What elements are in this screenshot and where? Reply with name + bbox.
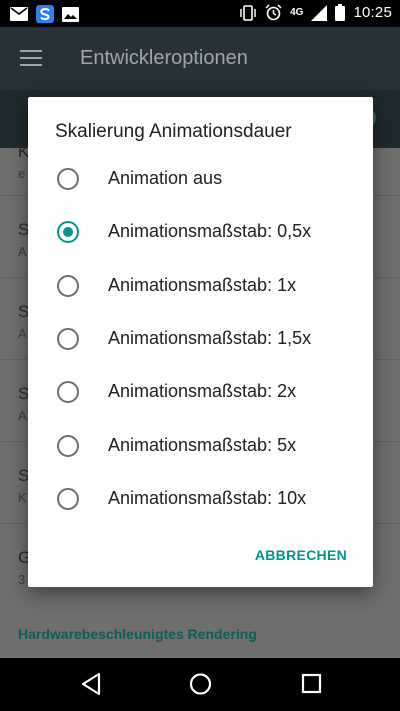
mail-icon (10, 7, 28, 21)
radio-option-animation-off[interactable]: Animation aus (28, 155, 373, 203)
hamburger-menu-icon[interactable] (20, 50, 42, 68)
recents-icon[interactable] (301, 672, 323, 696)
radio-option-label: Animationsmaßstab: 1,5x (108, 328, 312, 348)
back-icon[interactable] (80, 672, 102, 696)
radio-button[interactable] (57, 328, 79, 350)
settings-row-subtitle: K (18, 490, 27, 505)
radio-option-label: Animationsmaßstab: 5x (108, 435, 297, 455)
status-bar: 4G 10:25 (0, 0, 400, 27)
radio-option-scale-2x[interactable]: Animationsmaßstab: 2x (28, 368, 373, 416)
radio-button[interactable] (57, 275, 79, 297)
settings-row-subtitle: 3 (18, 572, 26, 587)
settings-row-subtitle: e (18, 166, 26, 181)
radio-option-label: Animationsmaßstab: 0,5x (108, 221, 312, 241)
radio-option-label: Animationsmaßstab: 2x (108, 381, 297, 401)
radio-option-scale-1-5x[interactable]: Animationsmaßstab: 1,5x (28, 315, 373, 363)
signal-icon (311, 4, 328, 21)
radio-option-scale-10x[interactable]: Animationsmaßstab: 10x (28, 475, 373, 523)
image-icon (62, 6, 79, 22)
page-title: Entwickleroptionen (80, 47, 248, 69)
sync-app-icon (36, 5, 54, 23)
home-icon[interactable] (189, 672, 212, 696)
app-bar: Entwickleroptionen (0, 27, 400, 90)
animation-duration-dialog: Skalierung Animationsdauer Animation aus… (28, 97, 373, 587)
battery-icon (335, 4, 346, 21)
radio-option-label: Animationsmaßstab: 1x (108, 275, 297, 295)
section-header: Hardwarebeschleunigtes Rendering (18, 626, 257, 642)
clock: 10:25 (353, 4, 392, 21)
vibrate-icon (240, 4, 256, 21)
settings-row-subtitle: A (18, 408, 27, 423)
radio-option-label: Animation aus (108, 168, 223, 188)
dialog-title: Skalierung Animationsdauer (55, 121, 292, 142)
radio-option-scale-1x[interactable]: Animationsmaßstab: 1x (28, 262, 373, 310)
radio-option-scale-5x[interactable]: Animationsmaßstab: 5x (28, 422, 373, 470)
radio-button[interactable] (57, 435, 79, 457)
settings-row-subtitle: A (18, 326, 27, 341)
radio-option-label: Animationsmaßstab: 10x (108, 488, 307, 508)
network-type-label: 4G (290, 7, 304, 18)
navigation-bar (0, 658, 400, 711)
settings-row-subtitle: A (18, 244, 27, 259)
notification-icons (10, 5, 79, 23)
radio-button-selected[interactable] (57, 221, 79, 243)
alarm-icon (265, 4, 282, 21)
cancel-button[interactable]: ABBRECHEN (255, 547, 347, 563)
radio-button[interactable] (57, 168, 79, 190)
radio-option-scale-0-5x[interactable]: Animationsmaßstab: 0,5x (28, 208, 373, 256)
radio-button[interactable] (57, 381, 79, 403)
radio-button[interactable] (57, 488, 79, 510)
system-icons: 4G 10:25 (239, 4, 392, 21)
